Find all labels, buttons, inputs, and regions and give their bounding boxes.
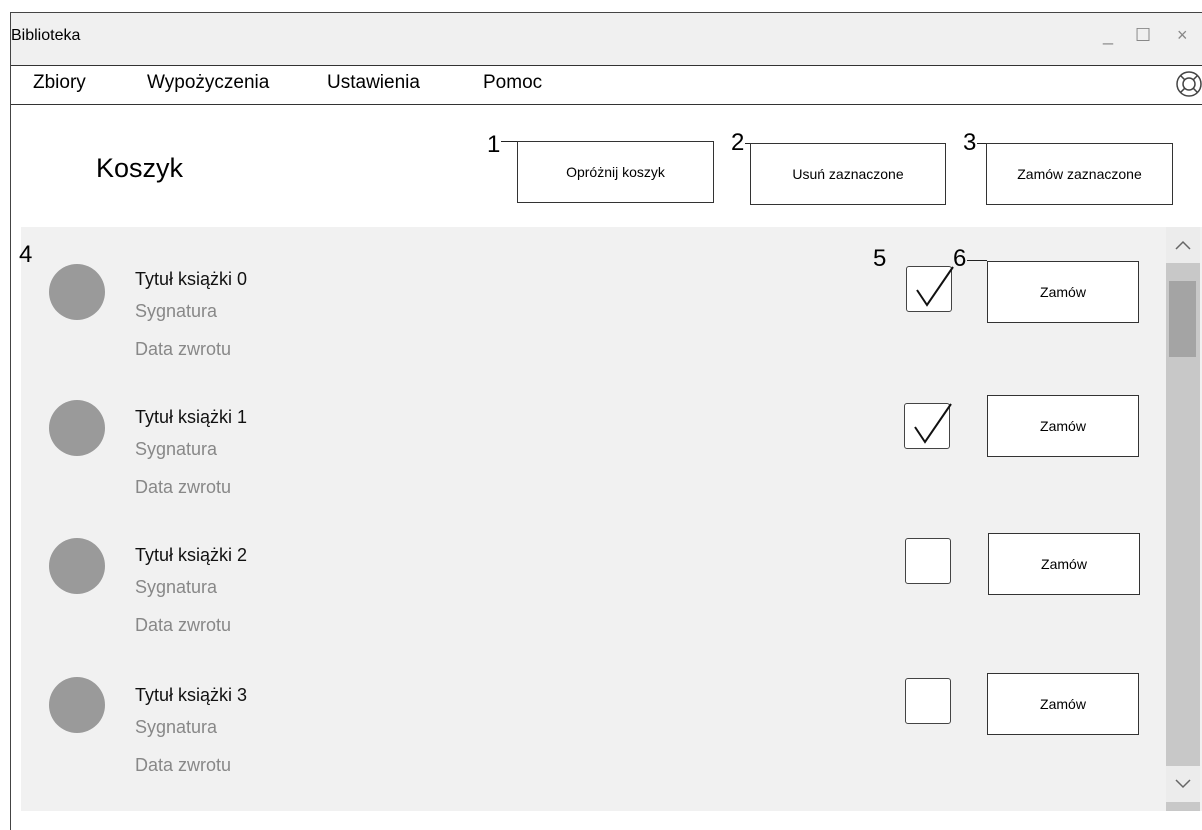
item-checkbox[interactable] (905, 538, 951, 584)
scrollbar[interactable] (1166, 227, 1200, 811)
order-item-button[interactable]: Zamów (987, 673, 1139, 735)
checkmark-icon (916, 266, 954, 307)
chevron-up-icon (1175, 240, 1191, 250)
avatar (49, 264, 105, 320)
minimize-button[interactable]: _ (1103, 25, 1113, 45)
book-title: Tytuł książki 1 (135, 407, 248, 427)
annotation-3: 3 (963, 129, 977, 156)
scroll-up-button[interactable] (1166, 227, 1200, 263)
book-title: Tytuł książki 0 (135, 269, 248, 289)
order-item-button[interactable]: Zamów (988, 533, 1140, 595)
book-signature: Sygnatura (135, 717, 218, 737)
annotation-connector (967, 260, 987, 261)
annotation-5: 5 (873, 245, 887, 272)
maximize-button[interactable]: ☐ (1135, 25, 1151, 45)
menu-item-wypozyczenia[interactable]: Wypożyczenia (147, 72, 269, 94)
book-title: Tytuł książki 2 (135, 545, 248, 565)
remove-selected-button[interactable]: Usuń zaznaczone (750, 143, 946, 205)
menu-item-ustawienia[interactable]: Ustawienia (327, 72, 420, 94)
menu-bar: Zbiory Wypożyczenia Ustawienia Pomoc (11, 66, 1202, 105)
book-signature: Sygnatura (135, 301, 218, 321)
book-return-date: Data zwrotu (135, 615, 232, 635)
cart-list[interactable]: 4 5 6 Tytuł książki 0 Sygnatura Data zwr… (19, 227, 1202, 811)
empty-cart-button[interactable]: Opróżnij koszyk (517, 141, 714, 203)
item-checkbox[interactable] (905, 678, 951, 724)
lifebuoy-icon[interactable] (1175, 70, 1202, 98)
page-title: Koszyk (96, 153, 184, 183)
order-item-button[interactable]: Zamów (987, 395, 1139, 457)
item-checkbox[interactable] (904, 403, 952, 449)
order-selected-button[interactable]: Zamów zaznaczone (986, 143, 1173, 205)
book-return-date: Data zwrotu (135, 755, 232, 775)
checkmark-icon (914, 403, 952, 444)
book-return-date: Data zwrotu (135, 477, 232, 497)
book-signature: Sygnatura (135, 577, 218, 597)
chevron-down-icon (1175, 779, 1191, 789)
book-return-date: Data zwrotu (135, 339, 232, 359)
menu-item-zbiory[interactable]: Zbiory (33, 72, 86, 94)
menu-item-pomoc[interactable]: Pomoc (483, 72, 542, 94)
avatar (49, 538, 105, 594)
book-signature: Sygnatura (135, 439, 218, 459)
avatar (49, 677, 105, 733)
order-item-button[interactable]: Zamów (987, 261, 1139, 323)
scroll-down-button[interactable] (1166, 766, 1200, 802)
book-title: Tytuł książki 3 (135, 685, 248, 705)
annotation-2: 2 (731, 129, 745, 156)
scrollbar-thumb[interactable] (1169, 281, 1196, 357)
app-window: Biblioteka _ ☐ × Zbiory Wypożyczenia Ust… (10, 12, 1202, 830)
avatar (49, 400, 105, 456)
window-title: Biblioteka (11, 27, 81, 44)
item-checkbox[interactable] (906, 266, 954, 312)
title-bar: Biblioteka _ ☐ × (11, 13, 1202, 66)
annotation-4: 4 (19, 241, 33, 268)
close-button[interactable]: × (1177, 25, 1188, 45)
annotation-1: 1 (487, 131, 501, 158)
